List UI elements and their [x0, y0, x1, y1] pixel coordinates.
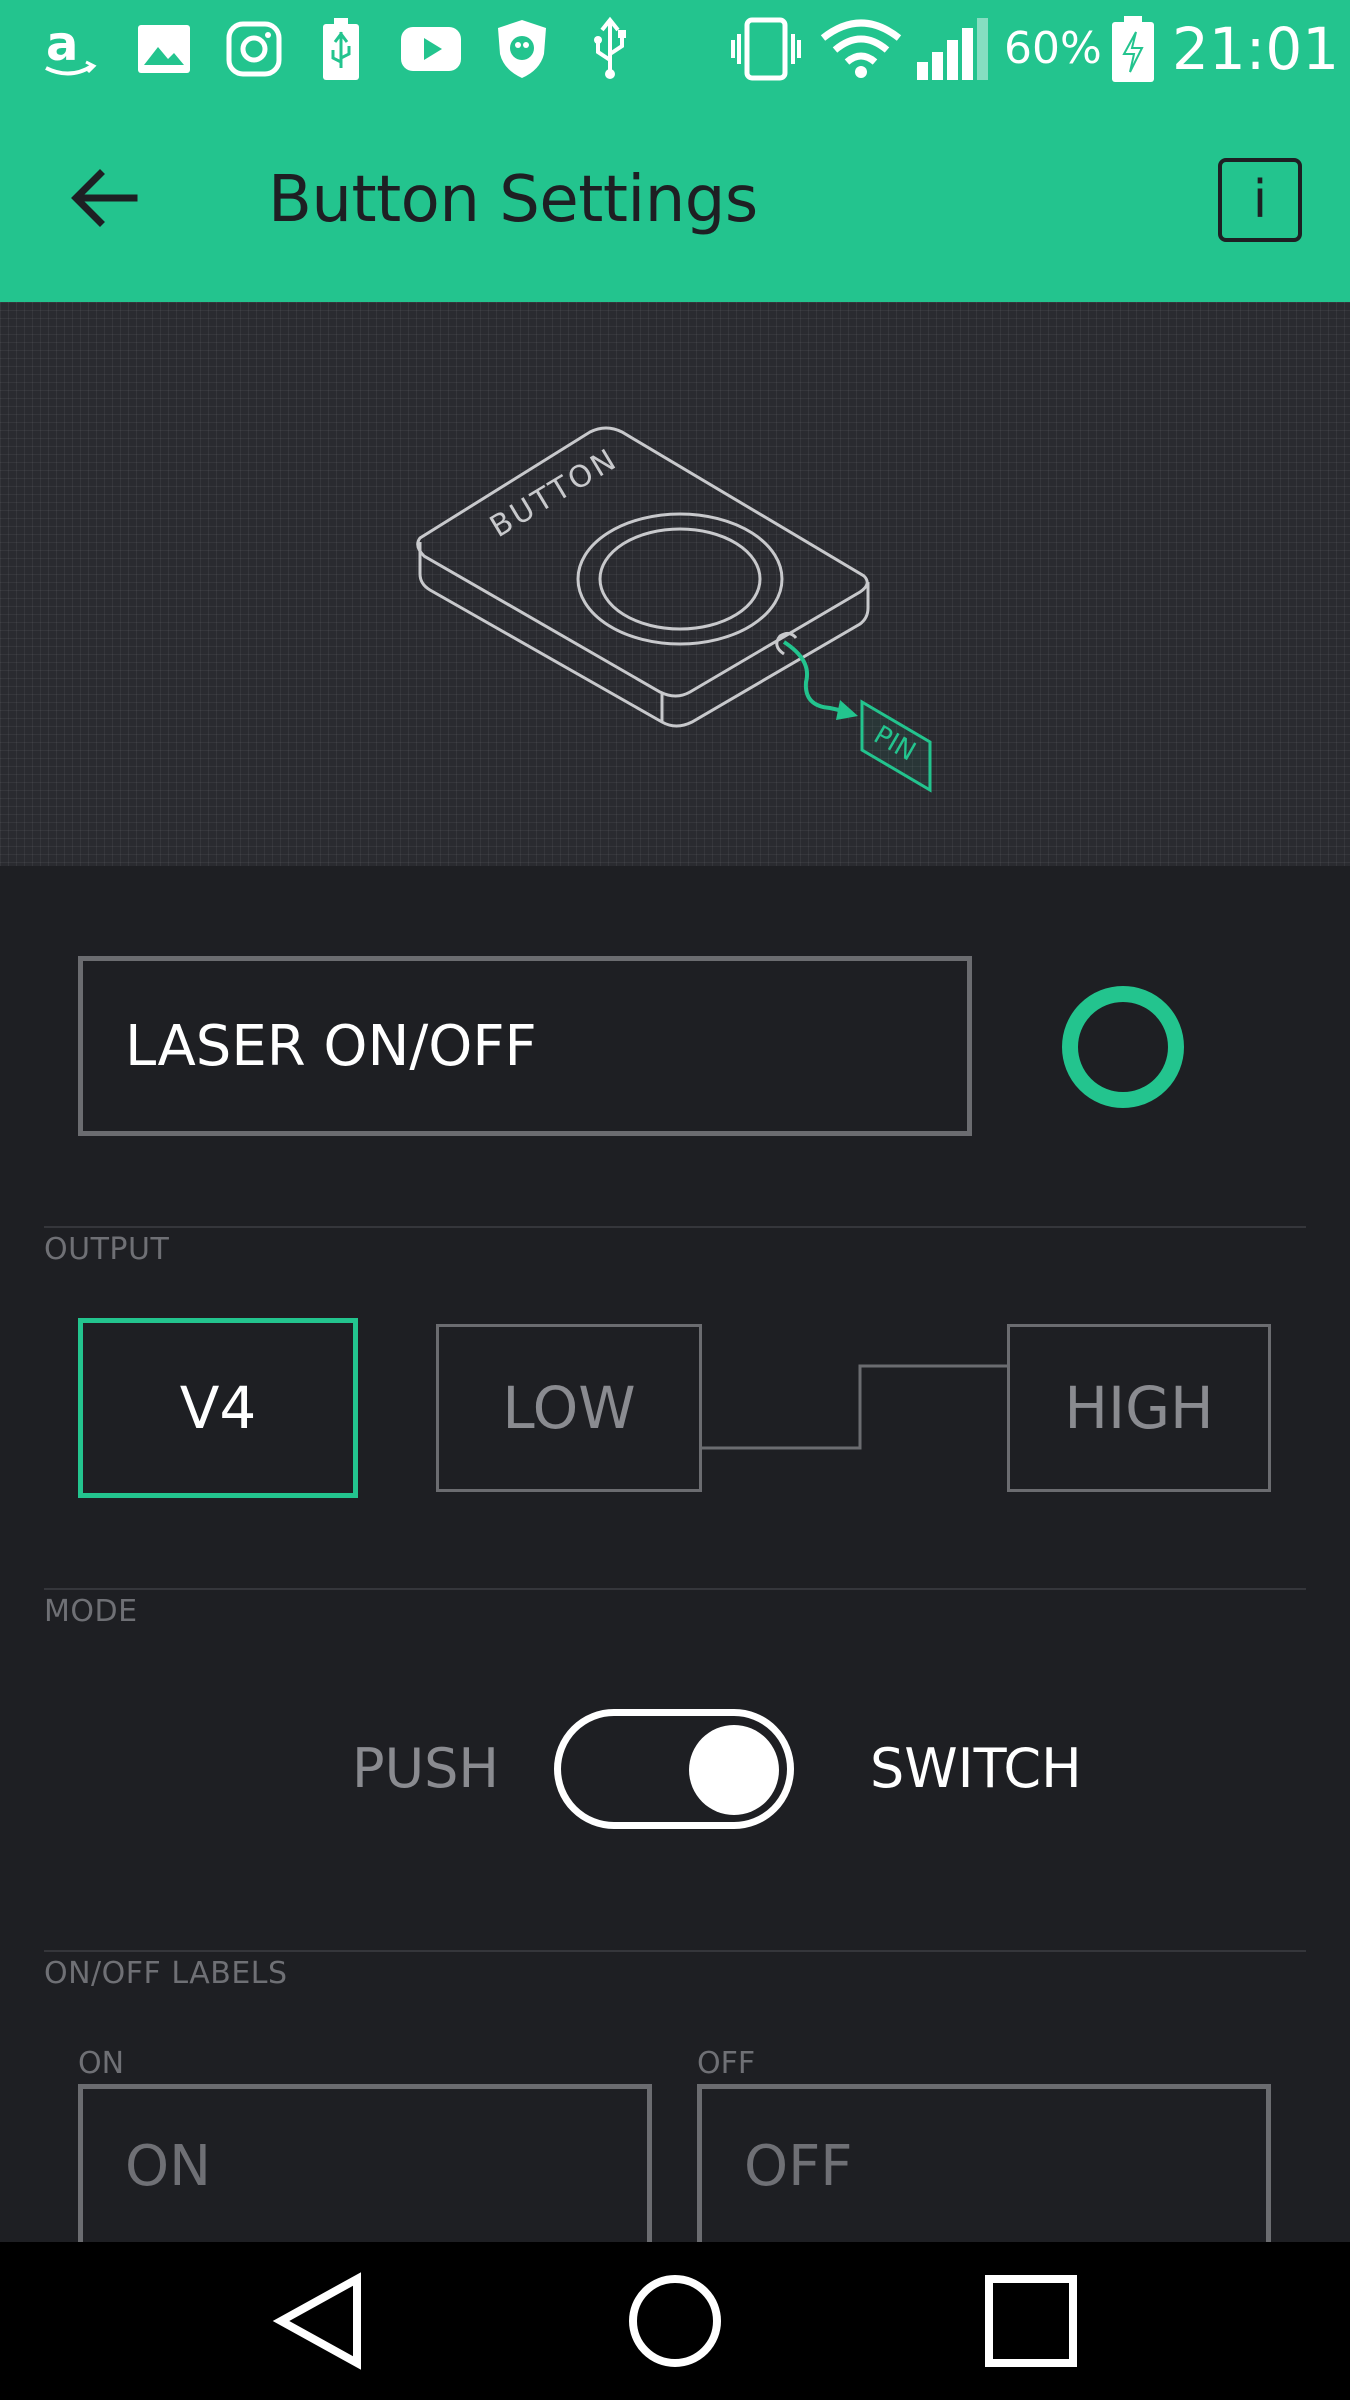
- off-label-input[interactable]: OFF: [697, 2084, 1271, 2244]
- usb-icon: [316, 14, 366, 84]
- pin-select-button[interactable]: V4: [78, 1318, 358, 1498]
- divider: [44, 1226, 1306, 1228]
- back-triangle-icon: [272, 2272, 361, 2370]
- svg-text:a: a: [46, 16, 78, 72]
- vibrate-icon: [728, 14, 804, 84]
- amazon-icon: a: [38, 14, 102, 84]
- widget-illustration: BUTTON PIN: [0, 302, 1350, 866]
- button-device-illustration: BUTTON PIN: [416, 426, 932, 793]
- arrow-left-icon: [71, 169, 138, 227]
- navigation-bar: [0, 2242, 1350, 2400]
- on-label-caption: ON: [78, 2046, 125, 2081]
- signal-step-line: [700, 1364, 1008, 1450]
- nav-recents-button[interactable]: [976, 2266, 1086, 2376]
- mode-toggle[interactable]: [554, 1709, 794, 1829]
- recents-square-icon: [985, 2275, 1077, 2367]
- info-button[interactable]: i: [1218, 158, 1302, 242]
- clock: 21:01: [1172, 15, 1340, 83]
- instagram-icon: [222, 14, 286, 84]
- gallery-icon: [132, 14, 196, 84]
- color-picker[interactable]: [1062, 986, 1184, 1108]
- home-circle-icon: [629, 2275, 721, 2367]
- back-button[interactable]: [60, 148, 150, 248]
- page-title: Button Settings: [268, 163, 758, 237]
- low-value-input[interactable]: LOW: [436, 1324, 702, 1492]
- nav-back-button[interactable]: [264, 2266, 374, 2376]
- high-value-input[interactable]: HIGH: [1007, 1324, 1271, 1492]
- labels-section-label: ON/OFF LABELS: [44, 1956, 288, 1991]
- toggle-knob: [689, 1725, 779, 1815]
- nav-home-button[interactable]: [620, 2266, 730, 2376]
- device-label: BUTTON: [484, 441, 624, 545]
- mode-push-label[interactable]: PUSH: [352, 1734, 499, 1804]
- on-label-input[interactable]: ON: [78, 2084, 652, 2244]
- off-label-caption: OFF: [697, 2046, 756, 2081]
- signal-icon: [914, 14, 994, 84]
- divider: [44, 1950, 1306, 1952]
- info-icon: i: [1252, 170, 1268, 230]
- app-bar: Button Settings i: [0, 98, 1350, 302]
- mode-switch-label[interactable]: SWITCH: [870, 1734, 1082, 1804]
- widget-name-input[interactable]: LASER ON/OFF: [78, 956, 972, 1136]
- battery-percent: 60%: [1004, 23, 1102, 74]
- usb-connection-icon: [584, 14, 636, 84]
- divider: [44, 1588, 1306, 1590]
- youtube-icon: [398, 14, 464, 84]
- output-section-label: OUTPUT: [44, 1232, 170, 1267]
- battery-charging-icon: [1108, 14, 1158, 84]
- shield-icon: [492, 14, 552, 84]
- mode-section-label: MODE: [44, 1594, 138, 1629]
- wifi-icon: [818, 14, 904, 84]
- status-bar: a 60% 21:01: [0, 0, 1350, 98]
